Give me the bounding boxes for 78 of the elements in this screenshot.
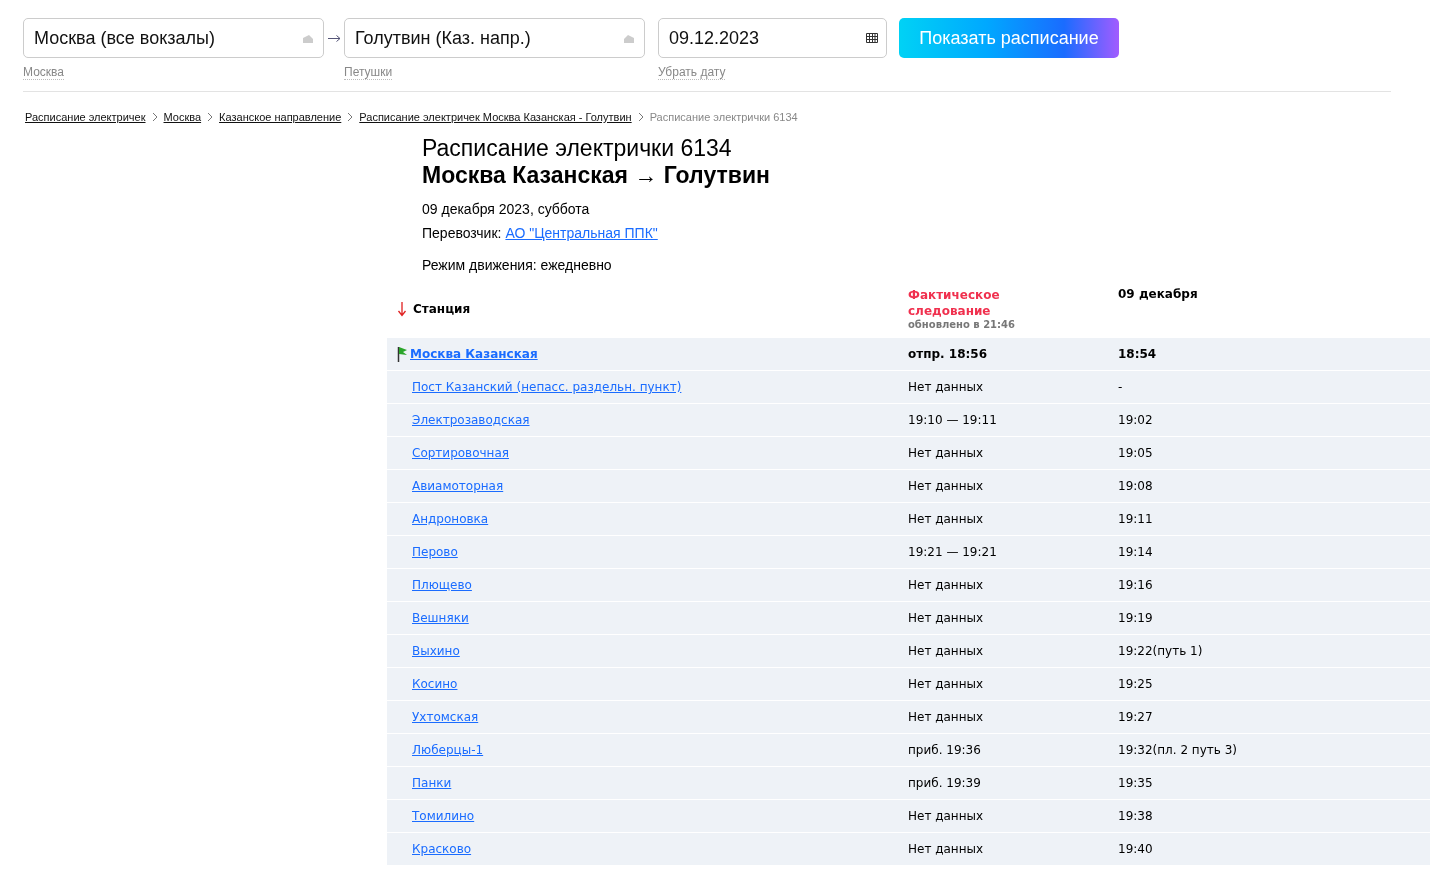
scheduled-time-cell-text: 19:08 <box>1118 479 1154 493</box>
sort-arrow-icon[interactable] <box>397 300 407 317</box>
breadcrumb-link[interactable]: Расписание электричек Москва Казанская - Голутвин <box>359 111 632 123</box>
scheduled-time-cell-text: 19:40 <box>1118 842 1154 856</box>
page-title: Расписание электрички 6134 <box>422 135 733 162</box>
station-link[interactable]: Москва Казанская <box>410 347 538 361</box>
station-link[interactable]: Плющево <box>412 578 472 592</box>
scheduled-time-cell-text: 19:38 <box>1118 809 1154 823</box>
current-page-text: Расписание электрички 6134 <box>649 111 798 123</box>
date-text: 09 декабря 2023, суббота <box>422 201 591 217</box>
date-field[interactable]: 09.12.2023 <box>658 18 887 58</box>
station-link[interactable]: Томилино <box>412 809 475 823</box>
station-link[interactable]: Андроновка <box>412 512 489 526</box>
actual-time-cell-text: приб. 19:39 <box>908 776 982 790</box>
station-link[interactable]: Вешняки <box>412 611 469 625</box>
carrier-link[interactable]: АО "Центральная ППК" <box>505 225 658 241</box>
actual-time-cell-text: Нет данных <box>908 380 985 394</box>
scheduled-time-cell-text: 19:14 <box>1118 545 1154 559</box>
route-title: Москва Казанская → Голутвин <box>422 162 771 189</box>
updated-time-text: обновлено в 21:46 <box>908 319 1016 330</box>
actual-time-cell-text: Нет данных <box>908 677 985 691</box>
column-header: 09 декабря <box>1118 287 1199 301</box>
chevron-icon <box>637 112 644 122</box>
station-link[interactable]: Пост Казанский (непасс. раздельн. пункт) <box>412 380 682 394</box>
schedule-mode-text: Режим движения: ежедневно <box>422 257 613 273</box>
chevron-icon <box>207 112 214 122</box>
breadcrumb-link[interactable]: Казанское направление <box>219 111 342 123</box>
arrival-field[interactable]: Голутвин (Каз. напр.) <box>344 18 645 58</box>
chevron-icon <box>347 112 354 122</box>
arrow-icon <box>327 34 341 42</box>
breadcrumb-link[interactable]: Москва <box>163 111 202 123</box>
calendar-icon <box>866 33 878 43</box>
scheduled-time-cell-text: 19:22(путь 1) <box>1118 644 1204 658</box>
column-header: Станция <box>413 301 471 316</box>
actual-time-cell-text: Нет данных <box>908 809 985 823</box>
scheduled-time-cell-text: - <box>1118 380 1124 394</box>
station-link[interactable]: Косино <box>412 677 458 691</box>
chevron-icon <box>151 112 158 122</box>
scheduled-time-cell-text: 19:05 <box>1118 446 1154 460</box>
scheduled-time-cell-text: 19:27 <box>1118 710 1154 724</box>
actual-time-cell-text: Нет данных <box>908 446 985 460</box>
actual-time-cell-text: приб. 19:36 <box>908 743 982 757</box>
city-hint-link[interactable]: Петушки <box>344 65 393 80</box>
station-link[interactable]: Ухтомская <box>412 710 479 724</box>
actual-time-cell-text: Нет данных <box>908 842 985 856</box>
actual-time-cell-text: Нет данных <box>908 710 985 724</box>
scheduled-time-cell-text: 19:19 <box>1118 611 1154 625</box>
flag-icon <box>397 346 408 362</box>
departure-field[interactable]: Москва (все вокзалы) <box>23 18 324 58</box>
actual-time-cell-text: 19:10 — 19:11 <box>908 413 998 427</box>
actual-time-cell-text: Нет данных <box>908 578 985 592</box>
column-header: Фактическое следование <box>908 287 1001 319</box>
station-link[interactable]: Электрозаводская <box>412 413 530 427</box>
show-schedule-button[interactable]: Показать расписание <box>899 18 1119 58</box>
carrier-label: Перевозчик: <box>422 225 502 241</box>
station-link[interactable]: Авиамоторная <box>412 479 504 493</box>
scheduled-time-cell-text: 19:02 <box>1118 413 1154 427</box>
station-link[interactable]: Панки <box>412 776 452 790</box>
city-hint-link[interactable]: Москва <box>23 65 64 80</box>
actual-time-cell-text: Нет данных <box>908 644 985 658</box>
station-link[interactable]: Люберцы-1 <box>412 743 484 757</box>
station-link[interactable]: Сортировочная <box>412 446 509 460</box>
actual-time-cell-text: 19:21 — 19:21 <box>908 545 998 559</box>
actual-time-cell-text: отпр. 18:56 <box>908 347 988 361</box>
scheduled-time-cell-text: 19:16 <box>1118 578 1154 592</box>
actual-time-cell-text: Нет данных <box>908 512 985 526</box>
scheduled-time-cell-text: 19:25 <box>1118 677 1154 691</box>
scheduled-time-cell-text: 19:11 <box>1118 512 1154 526</box>
station-link[interactable]: Красково <box>412 842 472 856</box>
scheduled-time-cell-text: 19:32(пл. 2 путь 3) <box>1118 743 1238 757</box>
breadcrumb-link[interactable]: Расписание электричек <box>25 111 146 123</box>
scheduled-time-cell-text: 19:35 <box>1118 776 1154 790</box>
station-link[interactable]: Перово <box>412 545 458 559</box>
actual-time-cell-text: Нет данных <box>908 611 985 625</box>
clear-date-link[interactable]: Убрать дату <box>658 65 726 80</box>
actual-time-cell-text: Нет данных <box>908 479 985 493</box>
scheduled-time-cell-text: 18:54 <box>1118 347 1158 361</box>
station-link[interactable]: Выхино <box>412 644 460 658</box>
